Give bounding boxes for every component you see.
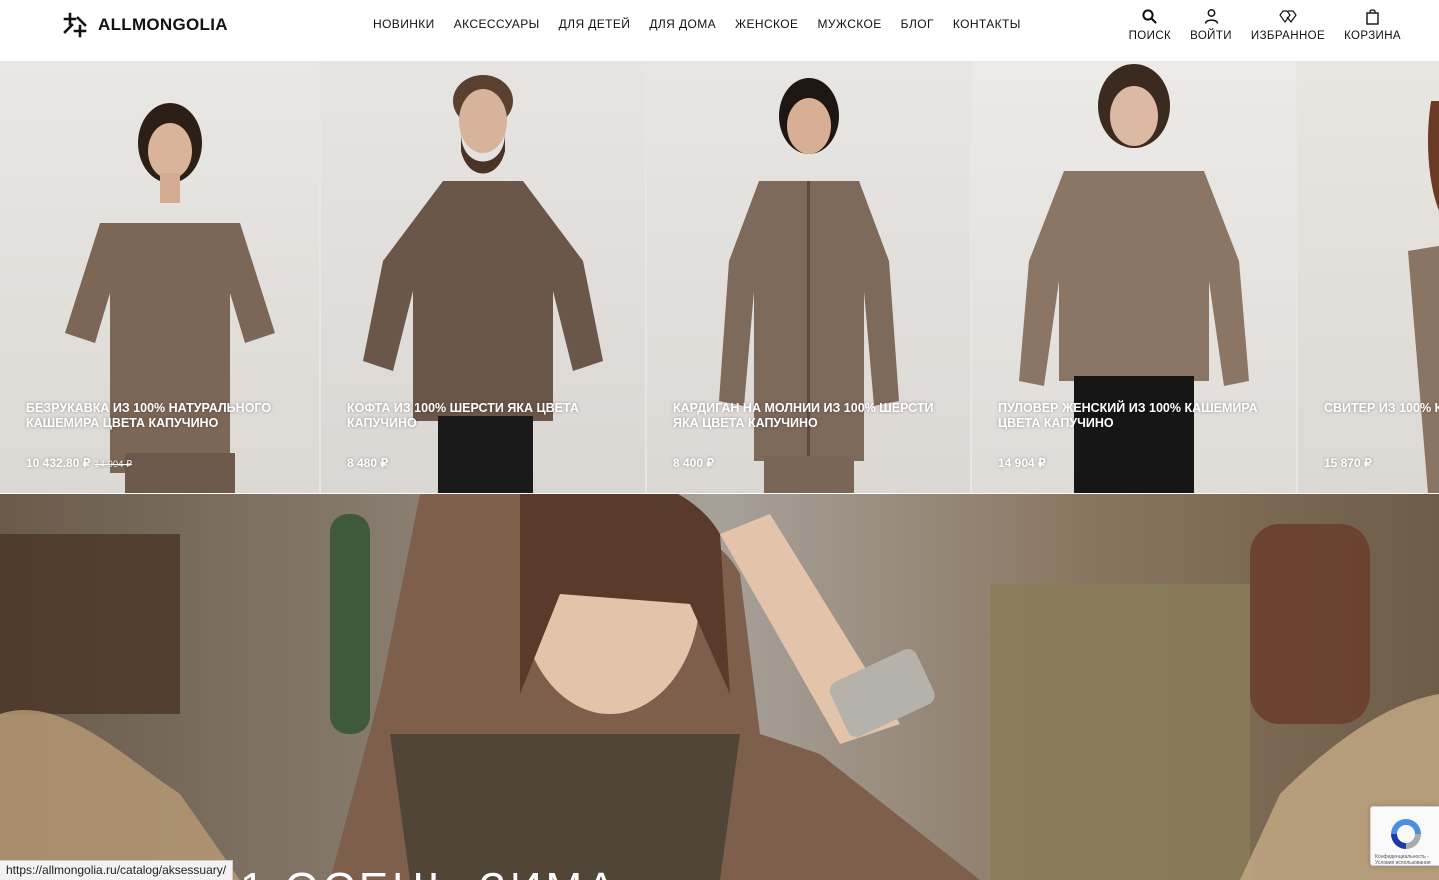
product-title: БЕЗРУКАВКА ИЗ 100% НАТУРАЛЬНОГО КАШЕМИРА…: [26, 401, 272, 430]
product-card[interactable]: ПУЛОВЕР ЖЕНСКИЙ ИЗ 100% КАШЕМИРА ЦВЕТА К…: [972, 61, 1296, 493]
status-bar-url: https://allmongolia.ru/catalog/aksessuar…: [0, 860, 234, 880]
product-price: 8 400 ₽: [673, 456, 714, 470]
hero-banner[interactable]: 1 ОСЕНЬ-ЗИМА: [0, 494, 1439, 880]
product-title: СВИТЕР ИЗ 100% КАПУЧИНО: [1324, 401, 1439, 415]
logo[interactable]: ALLMONGOLIA: [62, 12, 228, 38]
old-price: 14 904 ₽: [94, 459, 133, 470]
hero-title: 1 ОСЕНЬ-ЗИМА: [240, 864, 620, 880]
cart-icon: [1366, 9, 1379, 25]
hero-photo: [0, 494, 1439, 880]
login-label: ВОЙТИ: [1190, 30, 1232, 42]
search-label: ПОИСК: [1128, 30, 1172, 42]
logo-icon: [63, 12, 87, 38]
favorites-button[interactable]: ИЗБРАННОЕ: [1251, 8, 1325, 42]
product-price: 14 904 ₽: [998, 456, 1046, 470]
price-value: 15 870 ₽: [1324, 456, 1372, 470]
product-card[interactable]: КАРДИГАН НА МОЛНИИ ИЗ 100% ШЕРСТИ ЯКА ЦВ…: [647, 61, 970, 493]
logo-text: ALLMONGOLIA: [98, 15, 228, 34]
header-actions: ПОИСК ВОЙТИ ИЗБРАННОЕ КОРЗИНА: [1129, 8, 1401, 42]
price-value: 14 904 ₽: [998, 456, 1046, 470]
nav-item-new[interactable]: НОВИНКИ: [373, 17, 435, 31]
recaptcha-icon: [1391, 819, 1421, 849]
cart-label: КОРЗИНА: [1344, 30, 1401, 42]
product-card[interactable]: СВИТЕР ИЗ 100% КАПУЧИНО 15 870 ₽: [1298, 61, 1439, 493]
login-button[interactable]: ВОЙТИ: [1190, 8, 1232, 42]
product-card[interactable]: КОФТА ИЗ 100% ШЕРСТИ ЯКА ЦВЕТА КАПУЧИНО …: [321, 61, 645, 493]
model-photo: [1408, 101, 1439, 493]
product-carousel: БЕЗРУКАВКА ИЗ 100% НАТУРАЛЬНОГО КАШЕМИРА…: [0, 61, 1439, 493]
recaptcha-text: Конфиденциальность - Условия использован…: [1375, 854, 1431, 866]
product-title: КОФТА ИЗ 100% ШЕРСТИ ЯКА ЦВЕТА КАПУЧИНО: [347, 401, 579, 430]
recaptcha-badge[interactable]: Конфиденциальность - Условия использован…: [1370, 806, 1439, 866]
main-nav: НОВИНКИ АКСЕССУАРЫ ДЛЯ ДЕТЕЙ ДЛЯ ДОМА ЖЕ…: [373, 17, 1021, 31]
product-price: 15 870 ₽: [1324, 456, 1372, 470]
favorites-label: ИЗБРАННОЕ: [1250, 30, 1326, 42]
nav-item-blog[interactable]: БЛОГ: [901, 17, 934, 31]
nav-item-accessories[interactable]: АКСЕССУАРЫ: [454, 17, 540, 31]
nav-item-kids[interactable]: ДЛЯ ДЕТЕЙ: [559, 17, 631, 31]
price-value: 8 400 ₽: [673, 456, 714, 470]
nav-item-women[interactable]: ЖЕНСКОЕ: [735, 17, 798, 31]
nav-item-contacts[interactable]: КОНТАКТЫ: [953, 17, 1021, 31]
price-value: 10 432.80 ₽: [26, 456, 91, 470]
cart-button[interactable]: КОРЗИНА: [1344, 8, 1401, 42]
favorites-icon: [1279, 10, 1297, 24]
search-icon: [1142, 9, 1157, 24]
product-card[interactable]: БЕЗРУКАВКА ИЗ 100% НАТУРАЛЬНОГО КАШЕМИРА…: [0, 61, 319, 493]
product-title: КАРДИГАН НА МОЛНИИ ИЗ 100% ШЕРСТИ ЯКА ЦВ…: [673, 401, 934, 430]
product-price: 8 480 ₽: [347, 456, 388, 470]
nav-item-men[interactable]: МУЖСКОЕ: [817, 17, 881, 31]
search-button[interactable]: ПОИСК: [1129, 8, 1171, 42]
price-value: 8 480 ₽: [347, 456, 388, 470]
product-price: 10 432.80 ₽14 904 ₽: [26, 456, 132, 470]
product-title: ПУЛОВЕР ЖЕНСКИЙ ИЗ 100% КАШЕМИРА ЦВЕТА К…: [998, 401, 1258, 430]
user-icon: [1204, 9, 1218, 24]
site-header: ALLMONGOLIA НОВИНКИ АКСЕССУАРЫ ДЛЯ ДЕТЕЙ…: [0, 0, 1439, 61]
nav-item-home[interactable]: ДЛЯ ДОМА: [649, 17, 716, 31]
